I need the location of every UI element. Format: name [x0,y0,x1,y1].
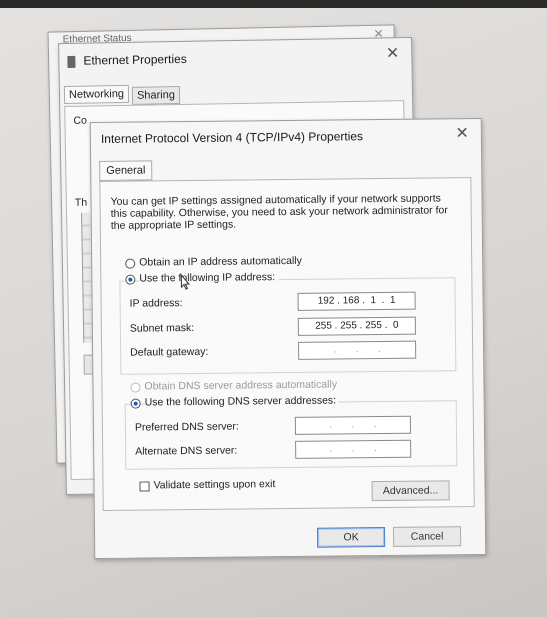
advanced-button[interactable]: Advanced... [371,480,450,502]
alternate-dns-input[interactable]: . . . [295,439,412,459]
photo-background: Ethernet Status ✕ Ethernet Properties ✕ … [0,0,547,617]
validate-settings-checkbox[interactable] [139,481,150,492]
ip-address-label: IP address: [129,297,183,310]
tab-general[interactable]: General [99,160,153,181]
preferred-dns-input[interactable]: . . . [294,415,412,435]
network-adapter-icon [67,55,76,68]
obtain-ip-auto-radio[interactable] [125,258,136,269]
ip-address-input[interactable]: 192 . 168 . 1 . 1 [297,291,416,311]
subnet-mask-label: Subnet mask: [129,321,195,335]
ethernet-properties-title: Ethernet Properties [83,51,187,68]
subnet-mask-input[interactable]: 255 . 255 . 255 . 0 [297,316,416,336]
use-following-dns-radio[interactable] [130,398,141,409]
alternate-dns-label: Alternate DNS server: [135,444,238,458]
components-label-partial: Th [74,196,88,209]
use-following-ip-label[interactable]: Use the following IP address: [139,271,279,285]
ok-button[interactable]: OK [316,526,386,548]
tab-sharing[interactable]: Sharing [131,86,181,105]
ipv4-dialog-title: Internet Protocol Version 4 (TCP/IPv4) P… [100,129,364,146]
validate-settings-label[interactable]: Validate settings upon exit [153,478,275,491]
cancel-button[interactable]: Cancel [392,526,462,547]
ipv4-properties-dialog: Internet Protocol Version 4 (TCP/IPv4) P… [89,117,487,560]
ethernet-properties-close-icon[interactable]: ✕ [386,45,400,62]
monitor-bezel [0,0,547,8]
default-gateway-label: Default gateway: [130,345,209,359]
use-following-ip-radio[interactable] [125,274,136,285]
obtain-dns-auto-radio[interactable] [130,382,141,393]
default-gateway-input[interactable]: . . . [298,340,417,360]
preferred-dns-label: Preferred DNS server: [134,420,239,434]
use-following-dns-label[interactable]: Use the following DNS server addresses: [144,394,340,409]
obtain-dns-auto-label[interactable]: Obtain DNS server address automatically [144,378,337,392]
mouse-pointer-icon [180,273,190,290]
ipv4-dialog-close-icon[interactable]: ✕ [455,125,469,142]
ipv4-description-text: You can get IP settings assigned automat… [110,192,448,232]
obtain-ip-auto-label[interactable]: Obtain an IP address automatically [139,255,302,269]
dns-group [124,400,458,470]
tab-networking[interactable]: Networking [63,84,130,105]
connect-using-label-partial: Co [73,114,87,127]
general-pane: You can get IP settings assigned automat… [99,177,475,511]
